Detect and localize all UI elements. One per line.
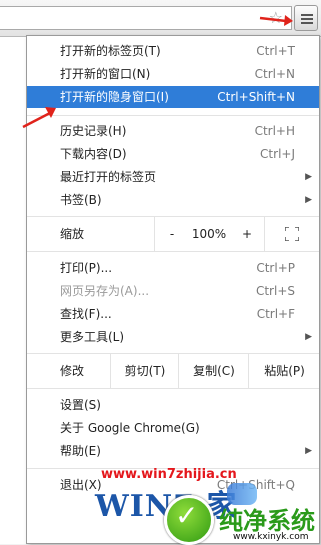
- menu-item-recent-tabs[interactable]: 最近打开的标签页 ▶: [27, 166, 319, 188]
- zoom-in-button[interactable]: +: [230, 217, 264, 251]
- menu-separator: [27, 388, 319, 389]
- menu-item-shortcut: Ctrl+J: [260, 147, 295, 161]
- edit-row: 修改 剪切(T) 复制(C) 粘贴(P): [27, 354, 319, 388]
- menu-separator: [27, 251, 319, 252]
- menu-item-shortcut: Ctrl+S: [255, 284, 295, 298]
- chrome-menu-button[interactable]: [294, 5, 318, 31]
- menu-item-label: 打开新的隐身窗口(I): [60, 90, 169, 104]
- menu-item-shortcut: Ctrl+N: [254, 67, 295, 81]
- checkmark-logo-icon: ✓: [164, 495, 214, 545]
- menu-item-find[interactable]: 查找(F)... Ctrl+F: [27, 303, 319, 325]
- submenu-arrow-icon: ▶: [305, 172, 312, 182]
- menu-item-new-tab[interactable]: 打开新的标签页(T) Ctrl+T: [27, 40, 319, 62]
- menu-item-label: 设置(S): [60, 398, 101, 412]
- menu-item-about[interactable]: 关于 Google Chrome(G): [27, 417, 319, 439]
- zoom-label: 缩放: [60, 227, 85, 241]
- submenu-arrow-icon: ▶: [305, 446, 312, 456]
- menu-item-label: 最近打开的标签页: [60, 170, 157, 184]
- menu-item-label: 更多工具(L): [60, 330, 125, 344]
- menu-separator: [27, 115, 319, 116]
- menu-item-help[interactable]: 帮助(E) ▶: [27, 440, 319, 462]
- watermark-url: www.kxinyk.com: [233, 532, 309, 542]
- menu-item-label: 打开新的窗口(N): [60, 67, 151, 81]
- menu-item-shortcut: Ctrl+H: [254, 124, 295, 138]
- menu-item-bookmarks[interactable]: 书签(B) ▶: [27, 189, 319, 211]
- zoom-level: 100%: [188, 217, 230, 251]
- menu-item-label: 下载内容(D): [60, 147, 127, 161]
- menu-item-label: 查找(F)...: [60, 307, 112, 321]
- zoom-out-button[interactable]: -: [154, 217, 189, 251]
- menu-item-shortcut: Ctrl+P: [256, 261, 295, 275]
- zoom-value: 100%: [191, 227, 227, 241]
- fullscreen-button[interactable]: [264, 217, 320, 251]
- edit-label: 修改: [60, 364, 85, 378]
- menu-item-shortcut: Ctrl+T: [256, 44, 295, 58]
- zoom-out-label: -: [169, 227, 175, 241]
- cut-button[interactable]: 剪切(T): [110, 354, 179, 388]
- hamburger-menu-icon: [301, 14, 313, 26]
- menu-item-label: 关于 Google Chrome(G): [60, 421, 200, 435]
- watermark-chinese: 纯净系统: [219, 507, 315, 535]
- zoom-in-label: +: [241, 227, 253, 241]
- menu-item-new-incognito-window[interactable]: 打开新的隐身窗口(I) Ctrl+Shift+N: [27, 86, 319, 108]
- menu-item-settings[interactable]: 设置(S): [27, 394, 319, 416]
- menu-item-label: 书签(B): [60, 193, 102, 207]
- paste-label: 粘贴(P): [264, 364, 305, 378]
- menu-item-shortcut: Ctrl+Shift+N: [217, 90, 295, 104]
- copy-label: 复制(C): [193, 364, 235, 378]
- menu-item-label: 网页另存为(A)...: [60, 284, 150, 298]
- copy-button[interactable]: 复制(C): [178, 354, 249, 388]
- menu-item-label: 打印(P)...: [60, 261, 113, 275]
- checkmark-glyph: ✓: [175, 499, 199, 532]
- watermark-site: www.win7zhijia.cn: [101, 467, 237, 482]
- menu-item-save-page-as[interactable]: 网页另存为(A)... Ctrl+S: [27, 280, 319, 302]
- menu-item-history[interactable]: 历史记录(H) Ctrl+H: [27, 120, 319, 142]
- site-watermark: www.win7zhijia.cn WIN7 家 ✓ 纯净系统 www.kxin…: [95, 463, 321, 545]
- annotation-arrow-icon: [259, 15, 293, 26]
- submenu-arrow-icon: ▶: [305, 195, 312, 205]
- fullscreen-icon: [285, 227, 299, 241]
- menu-item-label: 打开新的标签页(T): [60, 44, 161, 58]
- menu-item-label: 帮助(E): [60, 444, 101, 458]
- menu-item-downloads[interactable]: 下载内容(D) Ctrl+J: [27, 143, 319, 165]
- submenu-arrow-icon: ▶: [305, 332, 312, 342]
- cut-label: 剪切(T): [124, 364, 166, 378]
- menu-item-print[interactable]: 打印(P)... Ctrl+P: [27, 257, 319, 279]
- paste-button[interactable]: 粘贴(P): [248, 354, 320, 388]
- menu-item-new-window[interactable]: 打开新的窗口(N) Ctrl+N: [27, 63, 319, 85]
- address-bar[interactable]: ☆: [0, 6, 292, 30]
- zoom-row: 缩放 - 100% +: [27, 217, 319, 251]
- menu-item-shortcut: Ctrl+F: [256, 307, 295, 321]
- menu-item-more-tools[interactable]: 更多工具(L) ▶: [27, 326, 319, 348]
- menu-item-label: 历史记录(H): [60, 124, 127, 138]
- annotation-arrow-icon: [22, 107, 56, 129]
